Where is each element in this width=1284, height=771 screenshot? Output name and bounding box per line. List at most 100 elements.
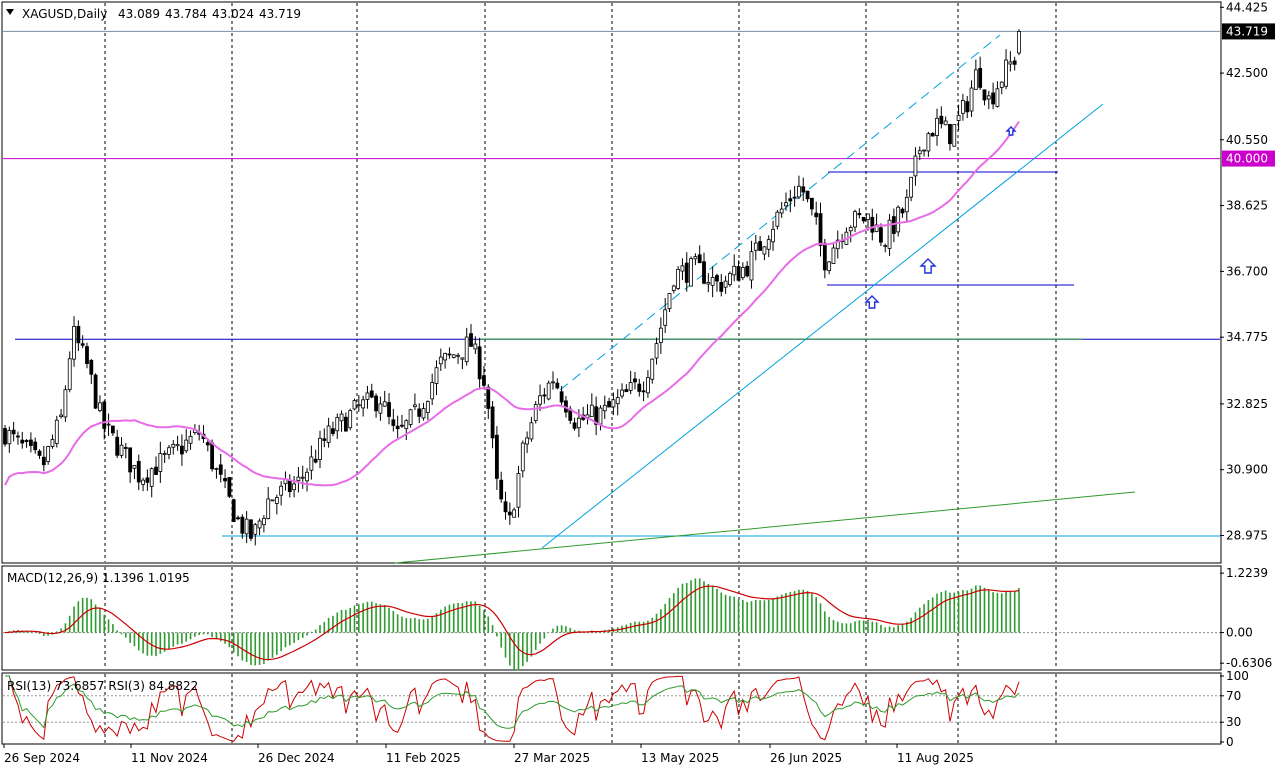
- candle-body: [7, 430, 12, 445]
- current-price-label: 43.719: [1226, 24, 1268, 38]
- candle-body: [559, 391, 564, 403]
- macd-signal-line: [4, 585, 1020, 661]
- candle-body: [3, 428, 7, 445]
- candle-body: [413, 404, 417, 408]
- candle-body: [684, 262, 689, 283]
- candle-body: [331, 428, 335, 434]
- candle-body: [223, 477, 227, 482]
- candle-body: [663, 309, 668, 326]
- candle-body: [361, 399, 366, 409]
- candle-body: [973, 69, 978, 90]
- candle-body: [706, 281, 711, 285]
- candle-body: [408, 409, 413, 425]
- candle-body: [538, 395, 542, 405]
- candle-body: [525, 437, 530, 445]
- ohlc-close: 43.719: [259, 7, 301, 21]
- candle-body: [870, 216, 875, 233]
- candle-body: [740, 267, 745, 278]
- candle-body: [162, 453, 167, 455]
- candle-body: [41, 456, 46, 466]
- rsi-label: RSI(13) 73.6857 RSI(3) 84.8822: [7, 679, 198, 693]
- candle-body: [438, 356, 443, 365]
- candle-body: [236, 517, 240, 520]
- candle-body: [89, 359, 94, 375]
- candle-body: [378, 403, 383, 414]
- price-tick-label: 38.625: [1226, 199, 1268, 213]
- candle-body: [447, 353, 452, 356]
- candle-body: [658, 327, 663, 343]
- candle-body: [861, 216, 866, 222]
- candle-body: [637, 383, 642, 392]
- date-tick-label: 11 Nov 2024: [131, 751, 208, 765]
- ohlc-low: 43.024: [212, 7, 254, 21]
- macd-tick-label: 0.00: [1226, 626, 1253, 640]
- candle-body: [136, 460, 141, 483]
- candle-body: [736, 266, 741, 281]
- candle-body: [788, 198, 793, 202]
- candle-body: [710, 277, 715, 286]
- candle-body: [715, 275, 719, 282]
- candle-body: [680, 265, 685, 272]
- candle-body: [576, 417, 581, 429]
- candle-body: [818, 213, 823, 246]
- candle-body: [335, 417, 340, 432]
- candle-body: [969, 87, 974, 112]
- candle-body: [417, 408, 422, 417]
- candle-body: [784, 202, 788, 207]
- candle-body: [676, 269, 681, 289]
- candle-body: [115, 436, 120, 456]
- price-tick-label: 30.900: [1226, 463, 1268, 477]
- candle-body: [395, 425, 400, 430]
- candle-body: [956, 114, 961, 121]
- rsi-tick-label: 30: [1226, 715, 1241, 729]
- up-arrow-icon: [919, 258, 937, 274]
- candle-body: [654, 343, 659, 359]
- candle-body: [922, 149, 926, 152]
- macd-label: MACD(12,26,9) 1.1396 1.0195: [7, 571, 190, 585]
- price-tick-label: 36.700: [1226, 264, 1268, 278]
- candle-body: [926, 133, 931, 152]
- candle-body: [607, 401, 611, 408]
- candle-body: [917, 150, 922, 155]
- candle-body: [965, 101, 970, 113]
- candle-body: [551, 381, 555, 384]
- candlestick-series: [3, 29, 1021, 546]
- candle-body: [809, 197, 814, 210]
- candle-body: [145, 477, 150, 483]
- candle-body: [529, 422, 534, 440]
- candle-body: [723, 280, 728, 288]
- candle-body: [516, 473, 521, 508]
- candle-body: [797, 185, 801, 198]
- candle-body: [766, 239, 771, 250]
- candle-body: [274, 497, 279, 504]
- candle-body: [28, 439, 33, 446]
- candle-body: [620, 389, 624, 397]
- candle-body: [486, 386, 491, 409]
- candle-body: [149, 468, 154, 487]
- candle-body: [792, 196, 797, 199]
- candle-body: [214, 468, 219, 470]
- price-tick-label: 42.500: [1226, 66, 1268, 80]
- dropdown-triangle-icon[interactable]: [6, 9, 14, 15]
- candle-body: [948, 123, 952, 145]
- candle-body: [240, 516, 245, 534]
- candle-body: [339, 413, 344, 422]
- macd-tick-label: 1.2239: [1226, 566, 1268, 580]
- candle-body: [188, 435, 193, 444]
- candle-body: [382, 401, 387, 407]
- chart-canvas[interactable]: 44.425 42.500 40.550 38.625 36.700 34.775 32.8…: [0, 0, 1284, 771]
- candle-body: [978, 67, 983, 88]
- candle-body: [430, 382, 435, 400]
- candle-body: [318, 437, 322, 460]
- candle-body: [141, 479, 145, 485]
- candle-body: [848, 227, 853, 232]
- candle-body: [292, 483, 296, 491]
- date-tick-label: 11 Aug 2025: [897, 751, 974, 765]
- candle-body: [477, 346, 482, 380]
- candle-body: [728, 273, 732, 285]
- candle-body: [801, 186, 806, 193]
- candle-body: [494, 434, 499, 479]
- candle-body: [641, 390, 646, 393]
- candle-body: [175, 444, 180, 447]
- candle-body: [1004, 59, 1008, 87]
